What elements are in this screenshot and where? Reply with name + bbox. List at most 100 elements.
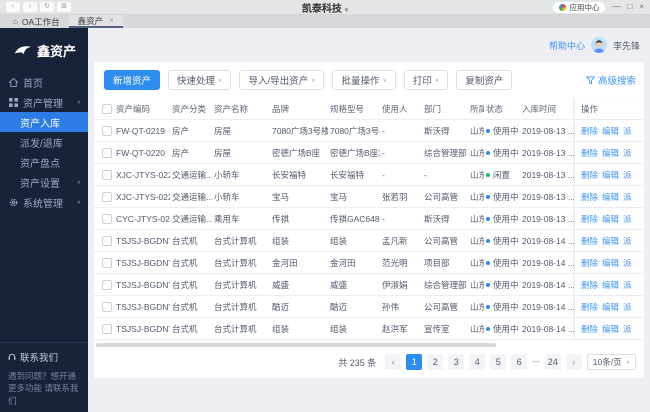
page-button[interactable]: 24 (545, 354, 561, 370)
status-dot (486, 217, 490, 221)
forward-icon[interactable]: › (23, 2, 37, 12)
edit-link[interactable]: 编辑 (602, 169, 619, 181)
delete-link[interactable]: 删除 (581, 169, 598, 181)
delete-link[interactable]: 删除 (581, 301, 598, 313)
select-all-checkbox[interactable] (102, 104, 112, 114)
edit-link[interactable]: 编辑 (602, 213, 619, 225)
dispatch-link[interactable]: 派 (623, 169, 632, 181)
dispatch-link[interactable]: 派 (623, 301, 632, 313)
row-checkbox[interactable] (102, 236, 112, 246)
status-text: 使用中 (493, 279, 519, 291)
edit-link[interactable]: 编辑 (602, 301, 619, 313)
page-button[interactable]: 2 (427, 354, 443, 370)
delete-link[interactable]: 删除 (581, 279, 598, 291)
app-center-button[interactable]: 应用中心 (553, 2, 605, 13)
edit-link[interactable]: 编辑 (602, 279, 619, 291)
cell-code: TSJSJ-BGDNTS... (114, 296, 170, 317)
batch-operation-button[interactable]: 批量操作 ∨ (332, 70, 395, 90)
edit-link[interactable]: 编辑 (602, 323, 619, 335)
row-checkbox[interactable] (102, 170, 112, 180)
minimize-icon[interactable]: — (612, 3, 620, 11)
cell-cat: 交通运输... (170, 164, 212, 185)
close-icon[interactable]: × (639, 3, 644, 11)
status-dot (486, 261, 490, 265)
page-button[interactable]: 6 (511, 354, 527, 370)
quick-process-button[interactable]: 快速处理 ∨ (168, 70, 231, 90)
tab-close-icon[interactable]: × (109, 16, 114, 25)
advanced-search-link[interactable]: 高级搜索 (586, 73, 636, 87)
cell-company: 山东.. (468, 142, 484, 163)
page-button[interactable]: 3 (448, 354, 464, 370)
contact-title[interactable]: 联系我们 (8, 350, 80, 364)
horizontal-scrollbar-thumb[interactable] (96, 343, 496, 347)
delete-link[interactable]: 删除 (581, 213, 598, 225)
edit-link[interactable]: 编辑 (602, 147, 619, 159)
dispatch-link[interactable]: 派 (623, 257, 632, 269)
row-checkbox[interactable] (102, 324, 112, 334)
import-export-button[interactable]: 导入/导出资产 ∨ (239, 70, 324, 90)
page-button[interactable]: 4 (469, 354, 485, 370)
row-checkbox[interactable] (102, 192, 112, 202)
prev-page-button[interactable]: ‹ (385, 354, 401, 370)
cell-actions: 删除编辑派 (574, 318, 644, 339)
username[interactable]: 李先锋 (613, 39, 640, 52)
cell-actions: 删除编辑派 (574, 252, 644, 273)
dispatch-link[interactable]: 派 (623, 213, 632, 225)
edit-link[interactable]: 编辑 (602, 125, 619, 137)
multiwindow-icon[interactable]: ⊞ (57, 2, 71, 12)
dispatch-link[interactable]: 派 (623, 147, 632, 159)
next-page-button[interactable]: › (566, 354, 582, 370)
status-dot (486, 327, 490, 331)
print-button[interactable]: 打印 ∨ (404, 70, 448, 90)
row-checkbox[interactable] (102, 148, 112, 158)
dispatch-link[interactable]: 派 (623, 279, 632, 291)
tab-oa-workbench[interactable]: ⌂ OA工作台 (4, 15, 69, 28)
chevron-down-icon: ∨ (77, 179, 81, 185)
row-checkbox[interactable] (102, 126, 112, 136)
delete-link[interactable]: 删除 (581, 235, 598, 247)
page-button[interactable]: 1 (406, 354, 422, 370)
cell-actions: 删除编辑派 (574, 296, 644, 317)
dispatch-link[interactable]: 派 (623, 323, 632, 335)
sidebar-item-asset-management[interactable]: 资产管理 ∧ (0, 92, 88, 112)
delete-link[interactable]: 删除 (581, 125, 598, 137)
delete-link[interactable]: 删除 (581, 323, 598, 335)
row-checkbox[interactable] (102, 280, 112, 290)
dispatch-link[interactable]: 派 (623, 191, 632, 203)
status-dot (486, 173, 490, 177)
sidebar-item-system-management[interactable]: 系统管理 ∨ (0, 192, 88, 212)
cell-user: 孙伟 (380, 296, 422, 317)
page-button[interactable]: 5 (490, 354, 506, 370)
maximize-icon[interactable]: □ (627, 3, 632, 11)
sidebar-item-asset-inbound[interactable]: 资产入库 (0, 112, 88, 132)
refresh-icon[interactable]: ↻ (40, 2, 54, 12)
sidebar-item-home[interactable]: 首页 (0, 72, 88, 92)
avatar[interactable] (591, 37, 607, 53)
edit-link[interactable]: 编辑 (602, 191, 619, 203)
edit-link[interactable]: 编辑 (602, 257, 619, 269)
delete-link[interactable]: 删除 (581, 147, 598, 159)
sidebar-item-asset-settings[interactable]: 资产设置 ∨ (0, 172, 88, 192)
copy-asset-button[interactable]: 复制资产 (456, 70, 512, 90)
edit-link[interactable]: 编辑 (602, 235, 619, 247)
button-label: 新增资产 (113, 73, 151, 87)
row-checkbox[interactable] (102, 214, 112, 224)
page-size-select[interactable]: 10条/页 ∨ (587, 354, 636, 370)
cell-brand: 组装 (270, 230, 328, 251)
back-icon[interactable]: ‹ (6, 2, 20, 12)
sidebar-item-asset-inventory[interactable]: 资产盘点 (0, 152, 88, 172)
tab-xin-assets[interactable]: 鑫资产 × (69, 15, 123, 28)
cell-date: 2019-08-14 ... (520, 252, 574, 273)
sidebar-item-dispatch-return[interactable]: 派发/退库 (0, 132, 88, 152)
dispatch-link[interactable]: 派 (623, 235, 632, 247)
cell-company: 山东.. (468, 186, 484, 207)
table-row: FW-QT-0220房产房屋密德广场B座密德广场B座300...-综合管理部山东… (94, 142, 644, 164)
delete-link[interactable]: 删除 (581, 191, 598, 203)
dispatch-link[interactable]: 派 (623, 125, 632, 137)
delete-link[interactable]: 删除 (581, 257, 598, 269)
row-checkbox[interactable] (102, 258, 112, 268)
help-center-link[interactable]: 帮助中心 (549, 39, 585, 52)
add-asset-button[interactable]: 新增资产 (104, 70, 160, 90)
row-checkbox[interactable] (102, 302, 112, 312)
cell-user: 伊淑娟 (380, 274, 422, 295)
